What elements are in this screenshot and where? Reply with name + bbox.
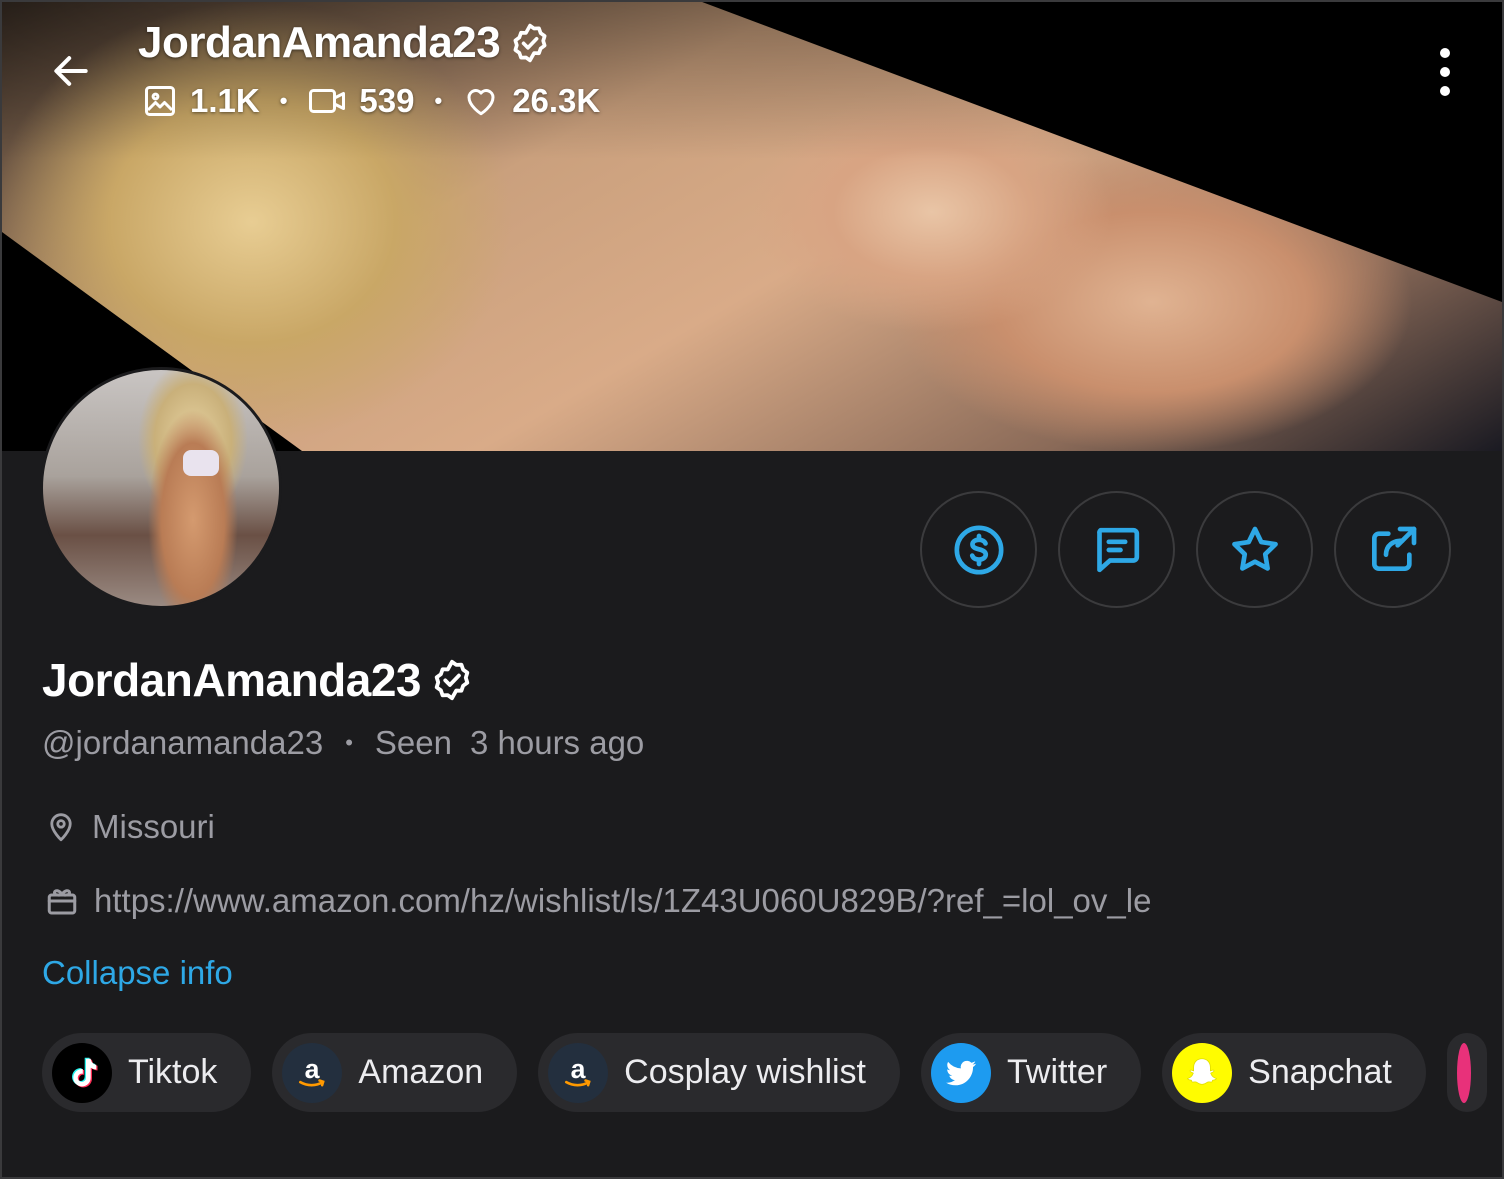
wishlist-link[interactable]: https://www.amazon.com/hz/wishlist/ls/1Z… bbox=[94, 882, 1151, 920]
heart-icon bbox=[467, 89, 495, 116]
meta-separator: • bbox=[345, 730, 353, 755]
videos-count: 539 bbox=[359, 82, 415, 119]
profile-display-name: JordanAmanda23 bbox=[42, 654, 422, 706]
seen-label: Seen bbox=[374, 724, 452, 761]
arrow-left-icon bbox=[54, 56, 88, 86]
likes-stat: 26.3K bbox=[462, 82, 600, 120]
image-icon bbox=[145, 86, 175, 116]
videos-stat: 539 bbox=[307, 82, 414, 120]
gift-icon bbox=[47, 889, 77, 915]
last-seen-time: 3 hours ago bbox=[469, 724, 645, 761]
social-link-label: Snapchat bbox=[1248, 1053, 1392, 1091]
share-button[interactable] bbox=[1334, 491, 1451, 608]
message-icon bbox=[1096, 527, 1139, 572]
location-text: Missouri bbox=[92, 808, 215, 845]
amazon-icon: a bbox=[548, 1042, 609, 1103]
location-pin-icon bbox=[50, 813, 72, 842]
verified-badge-icon bbox=[434, 659, 470, 701]
social-links: Tiktok a Amazon a Cosplay wishlist Twitt… bbox=[42, 1033, 1487, 1112]
star-icon bbox=[1231, 526, 1278, 571]
header-title: JordanAmanda23 bbox=[138, 18, 552, 68]
wishlist-row: https://www.amazon.com/hz/wishlist/ls/1Z… bbox=[44, 882, 1151, 920]
verified-badge-icon bbox=[513, 23, 547, 63]
profile-name-row: JordanAmanda23 bbox=[42, 653, 475, 707]
social-link-cosplay-wishlist[interactable]: a Cosplay wishlist bbox=[538, 1033, 901, 1112]
likes-count: 26.3K bbox=[512, 82, 601, 119]
photos-stat: 1.1K bbox=[142, 82, 260, 120]
avatar-photo-detail bbox=[183, 450, 219, 476]
header-display-name: JordanAmanda23 bbox=[138, 18, 501, 67]
collapse-info-link[interactable]: Collapse info bbox=[42, 954, 233, 992]
social-icon bbox=[1456, 1042, 1471, 1103]
more-options-button[interactable] bbox=[1428, 48, 1462, 96]
social-link-tiktok[interactable]: Tiktok bbox=[42, 1033, 252, 1112]
more-dot bbox=[1440, 67, 1450, 77]
action-buttons bbox=[920, 491, 1451, 608]
social-link-snapchat[interactable]: Snapchat bbox=[1162, 1033, 1426, 1112]
social-link-twitter[interactable]: Twitter bbox=[921, 1033, 1142, 1112]
social-link-label: Amazon bbox=[358, 1053, 484, 1091]
message-button[interactable] bbox=[1058, 491, 1175, 608]
video-icon bbox=[309, 89, 346, 113]
username: @jordanamanda23 bbox=[42, 724, 324, 761]
header-stats: 1.1K • 539 • 26.3K bbox=[142, 82, 600, 120]
social-link-label: Cosplay wishlist bbox=[624, 1053, 867, 1091]
svg-text:a: a bbox=[305, 1054, 320, 1084]
avatar[interactable] bbox=[40, 367, 282, 609]
photos-count: 1.1K bbox=[190, 82, 260, 119]
social-link-label: Tiktok bbox=[128, 1053, 218, 1091]
social-link-label: Twitter bbox=[1007, 1053, 1108, 1091]
share-icon bbox=[1371, 526, 1416, 571]
back-button[interactable] bbox=[44, 44, 98, 98]
twitter-icon bbox=[931, 1042, 992, 1103]
snapchat-icon bbox=[1172, 1042, 1233, 1103]
location-row: Missouri bbox=[44, 808, 215, 846]
stats-separator: • bbox=[434, 88, 443, 113]
amazon-icon: a bbox=[282, 1042, 343, 1103]
tiktok-icon bbox=[52, 1042, 112, 1103]
stats-separator: • bbox=[279, 88, 288, 113]
svg-text:a: a bbox=[571, 1054, 586, 1084]
profile-meta: @jordanamanda23 • Seen 3 hours ago bbox=[42, 724, 644, 762]
social-link-more[interactable] bbox=[1446, 1033, 1487, 1112]
more-dot bbox=[1440, 48, 1450, 58]
dollar-circle-icon bbox=[954, 525, 1003, 574]
tip-button[interactable] bbox=[920, 491, 1037, 608]
social-link-amazon[interactable]: a Amazon bbox=[272, 1033, 518, 1112]
favorite-button[interactable] bbox=[1196, 491, 1313, 608]
more-dot bbox=[1440, 86, 1450, 96]
top-bar: JordanAmanda23 1.1K • 539 • 26.3K bbox=[0, 0, 1504, 140]
